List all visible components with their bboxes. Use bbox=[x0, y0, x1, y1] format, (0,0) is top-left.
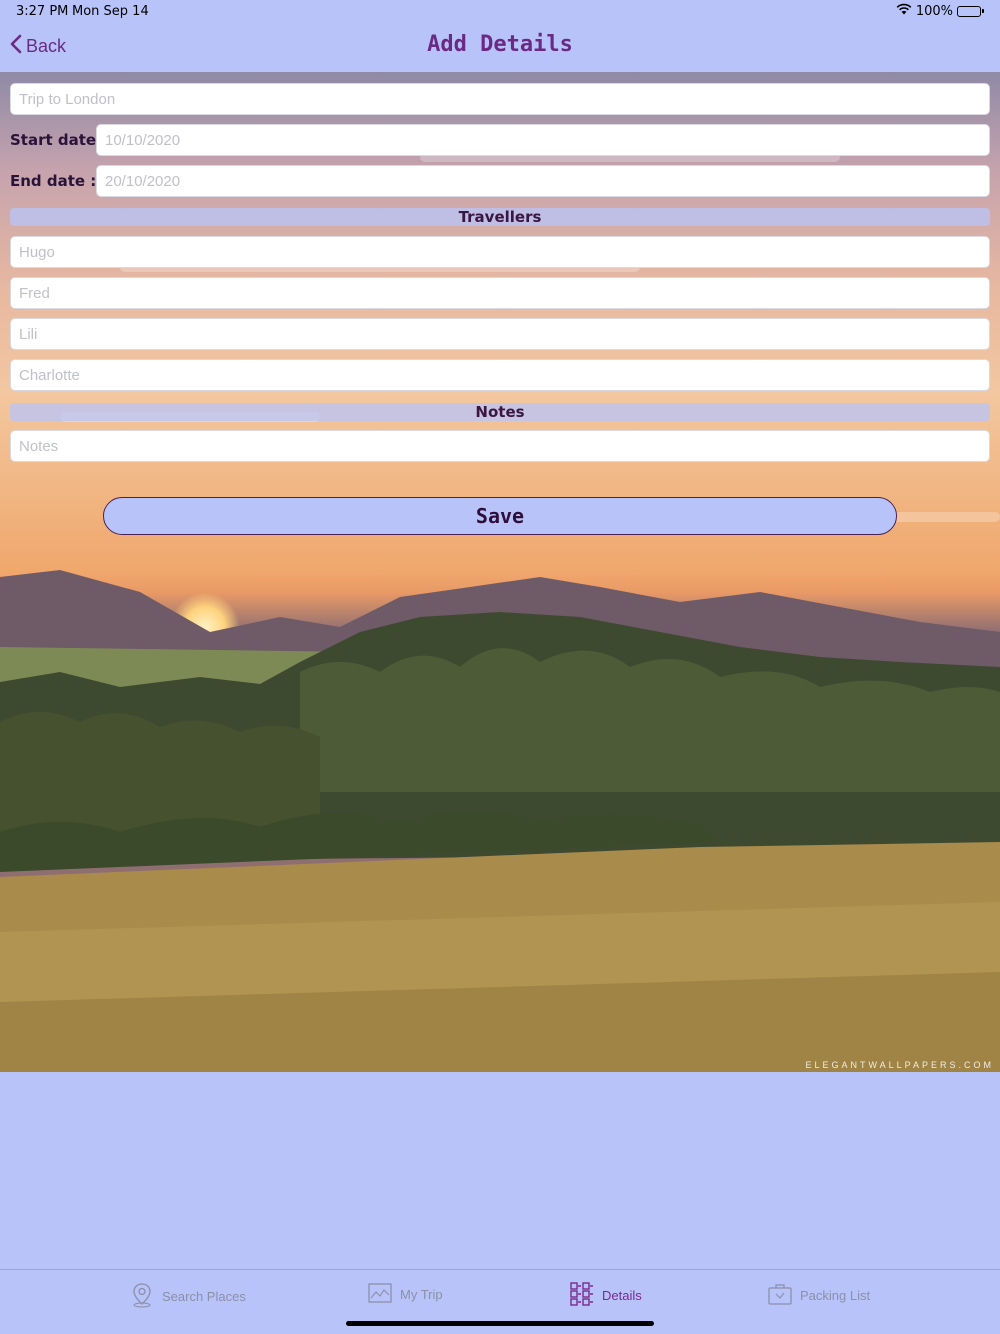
status-date: Mon Sep 14 bbox=[72, 4, 149, 19]
status-bar: 3:27 PM Mon Sep 14 100% bbox=[0, 0, 1000, 24]
home-indicator bbox=[346, 1321, 654, 1326]
traveller-input[interactable] bbox=[10, 277, 990, 309]
traveller-input[interactable] bbox=[10, 359, 990, 391]
status-time: 3:27 PM bbox=[16, 4, 69, 19]
navigation-bar: Back Add Details bbox=[0, 24, 1000, 72]
end-date-label: End date : bbox=[10, 172, 97, 190]
wifi-icon bbox=[896, 3, 912, 19]
tab-label: My Trip bbox=[400, 1287, 443, 1302]
status-indicators: 100% bbox=[896, 3, 984, 19]
tab-label: Packing List bbox=[800, 1288, 871, 1303]
traveller-input[interactable] bbox=[10, 318, 990, 350]
grid-list-icon bbox=[570, 1282, 594, 1309]
tab-label: Details bbox=[602, 1288, 642, 1303]
start-date-input[interactable] bbox=[96, 124, 990, 156]
tab-details[interactable]: Details bbox=[570, 1282, 642, 1309]
tab-packing-list[interactable]: Packing List bbox=[768, 1282, 870, 1309]
notes-input[interactable] bbox=[10, 430, 990, 462]
battery-percent: 100% bbox=[915, 3, 953, 19]
tab-search-places[interactable]: Search Places bbox=[130, 1282, 246, 1311]
traveller-input[interactable] bbox=[10, 236, 990, 268]
page-title: Add Details bbox=[427, 32, 573, 57]
map-pin-icon bbox=[130, 1282, 154, 1311]
tab-label: Search Places bbox=[162, 1289, 246, 1304]
notes-header: Notes bbox=[10, 403, 990, 421]
watermark-text: ELEGANTWALLPAPERS.COM bbox=[805, 1060, 994, 1070]
suitcase-icon bbox=[768, 1282, 792, 1309]
trip-name-input[interactable] bbox=[10, 83, 990, 115]
travellers-header: Travellers bbox=[10, 208, 990, 226]
map-icon bbox=[368, 1282, 392, 1307]
end-date-input[interactable] bbox=[96, 165, 990, 197]
battery-icon bbox=[957, 5, 984, 17]
tab-my-trip[interactable]: My Trip bbox=[368, 1282, 443, 1307]
save-button[interactable]: Save bbox=[103, 497, 897, 535]
start-date-label: Start date : bbox=[10, 131, 108, 149]
